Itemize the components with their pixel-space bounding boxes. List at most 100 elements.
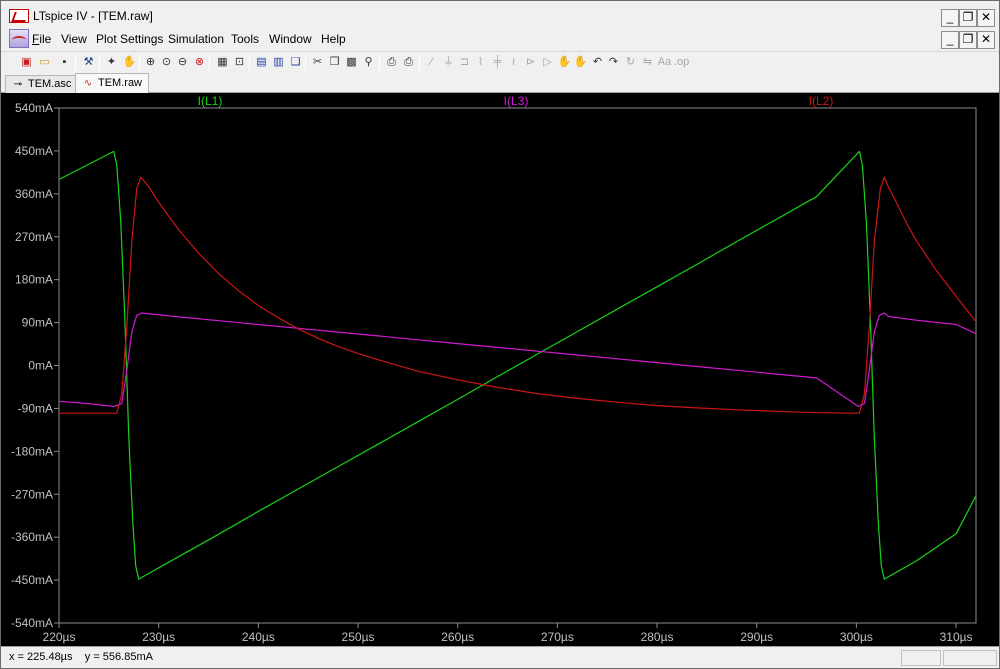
waveform-plot[interactable]: 540mA 450mA 360mA 270mA 180mA 90mA 0mA -90mA -18… [1,93,999,646]
toolbar: ▣ ▭ ▪ ⚒ ✦ ✋ ⊕ ⊙ ⊖ ⊗ ▦ ⊡ ▤ ▥ ❏ ✂ ❐ ▩ ⚲ ⎙ … [1,51,999,73]
menu-plot-settings[interactable]: Plot Settings [96,32,163,46]
toolbar-separator [249,55,250,71]
toolbar-separator [99,55,100,71]
x-tick-label: 230µs [142,630,175,644]
redo-icon[interactable]: ↷ [606,55,621,70]
toolbar-separator [75,55,76,71]
y-tick-label: 540mA [15,101,53,115]
window-title: LTspice IV - [TEM.raw] [33,9,153,23]
halt-icon[interactable]: ✋ [122,55,137,70]
spice-directive-icon[interactable]: .op [674,55,689,70]
resistor-icon[interactable]: ⌇ [473,55,488,70]
zoom-out-icon[interactable]: ⊖ [175,55,190,70]
x-tick-label: 280µs [641,630,674,644]
paste-icon[interactable]: ▩ [344,55,359,70]
x-tick-label: 310µs [940,630,973,644]
cascade-icon[interactable]: ❏ [288,55,303,70]
title-bar: LTspice IV - [TEM.raw] _ ❐ ✕ [1,1,999,31]
x-tick-label: 250µs [342,630,375,644]
ground-icon[interactable]: ⏚ [441,55,456,70]
menu-file-label: ile [39,32,52,46]
menu-view[interactable]: View [61,32,87,46]
toolbar-separator [379,55,380,71]
series-line-il2 [59,176,976,414]
mirror-icon[interactable]: ⇋ [640,55,655,70]
cut-icon[interactable]: ✂ [310,55,325,70]
y-tick-label: -270mA [11,487,53,501]
toolbar-separator [305,55,306,71]
y-tick-label: 90mA [22,316,53,330]
menu-simulation[interactable]: Simulation [168,32,224,46]
y-readout: y = 556.85mA [84,651,153,663]
document-tabs: ⊸ TEM.asc ∿ TEM.raw [1,73,999,93]
y-tick-label: 360mA [15,187,53,201]
undo-icon[interactable]: ↶ [590,55,605,70]
y-tick-label: -450mA [11,573,53,587]
x-tick-label: 270µs [541,630,574,644]
open-icon[interactable]: ▭ [37,55,52,70]
zoom-fit-icon[interactable]: ⊡ [232,55,247,70]
waveform-svg[interactable]: 540mA 450mA 360mA 270mA 180mA 90mA 0mA -90mA -18… [1,93,999,646]
text-icon[interactable]: Aa [657,55,672,70]
x-tick-label: 260µs [441,630,474,644]
tab-label: TEM.asc [28,78,72,90]
y-tick-label: -540mA [11,616,53,630]
close-button[interactable]: ✕ [977,9,995,27]
save-icon[interactable]: ▪ [57,55,72,70]
toolbar-separator [139,55,140,71]
legend-label-il1: I(L1) [198,94,223,108]
x-tick-label: 220µs [43,630,76,644]
schematic-icon: ⊸ [13,79,23,90]
copy-icon[interactable]: ❐ [327,55,342,70]
diode-icon[interactable]: ⊳ [523,55,538,70]
x-tick-label: 300µs [840,630,873,644]
run-icon[interactable]: ✦ [104,55,119,70]
pan-icon[interactable]: ⊙ [159,55,174,70]
child-close-button[interactable]: ✕ [977,31,995,49]
tab-label: TEM.raw [98,77,142,89]
print-icon[interactable]: ⎙ [401,55,416,70]
inductor-icon[interactable]: ≀ [506,55,521,70]
new-schematic-icon[interactable]: ▣ [19,55,34,70]
print-preview-icon[interactable]: ⎙ [384,55,399,70]
label-icon[interactable]: ⊐ [457,55,472,70]
menu-help[interactable]: Help [321,32,346,46]
y-tick-label: -180mA [11,444,53,458]
menu-tools[interactable]: Tools [231,32,259,46]
restore-button[interactable]: ❐ [959,9,977,27]
autorange-icon[interactable]: ▦ [215,55,230,70]
tile-horizontal-icon[interactable]: ▤ [254,55,269,70]
y-tick-label: 180mA [15,273,53,287]
ltspice-window: LTspice IV - [TEM.raw] _ ❐ ✕ File View P… [0,0,1000,669]
capacitor-icon[interactable]: ╪ [490,55,505,70]
minimize-button[interactable]: _ [941,9,959,27]
waveform-document-icon[interactable] [9,29,29,48]
wire-icon[interactable]: ∕ [424,55,439,70]
x-readout: x = 225.48µs [9,651,73,663]
tab-tem-raw[interactable]: ∿ TEM.raw [75,73,149,93]
menu-file[interactable]: File [32,32,51,46]
series-line-il1 [59,150,976,580]
legend-label-il2: I(L2) [809,94,834,108]
drag-icon[interactable]: ✋ [573,55,588,70]
x-tick-label: 290µs [740,630,773,644]
y-tick-label: 270mA [15,230,53,244]
zoom-cancel-icon[interactable]: ⊗ [192,55,207,70]
child-minimize-button[interactable]: _ [941,31,959,49]
menu-bar: File View Plot Settings Simulation Tools… [1,28,999,50]
rotate-icon[interactable]: ↻ [623,55,638,70]
tile-vertical-icon[interactable]: ▥ [271,55,286,70]
toolbar-separator [419,55,420,71]
child-restore-button[interactable]: ❐ [959,31,977,49]
ltspice-logo-icon[interactable] [9,9,29,23]
menu-window[interactable]: Window [269,32,312,46]
tab-tem-asc[interactable]: ⊸ TEM.asc [5,75,79,93]
move-icon[interactable]: ✋ [557,55,572,70]
y-tick-label: -90mA [18,401,53,415]
zoom-in-icon[interactable]: ⊕ [143,55,158,70]
toolbar-separator [209,55,210,71]
cursor-readout: x = 225.48µs y = 556.85mA [9,651,153,663]
control-panel-icon[interactable]: ⚒ [81,55,96,70]
component-icon[interactable]: ▷ [540,55,555,70]
find-icon[interactable]: ⚲ [361,55,376,70]
